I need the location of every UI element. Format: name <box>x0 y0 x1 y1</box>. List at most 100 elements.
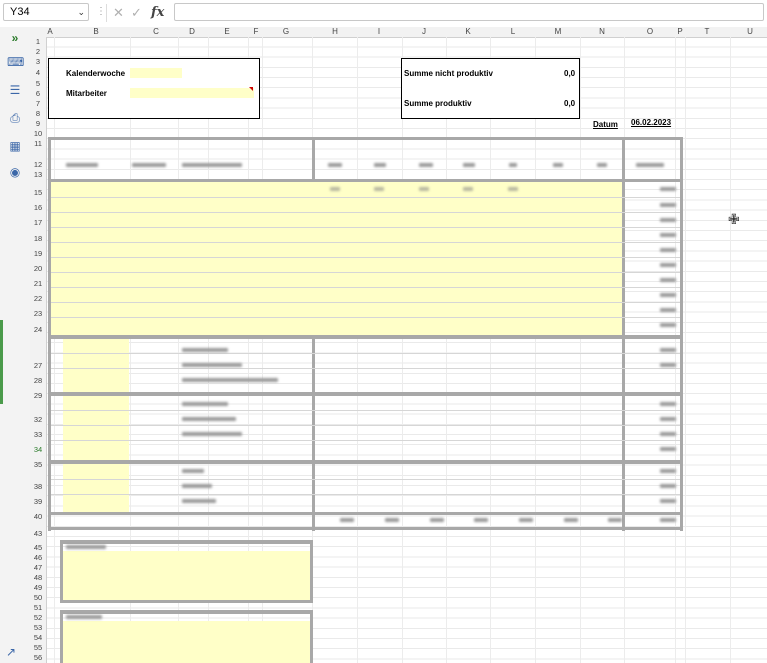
row-header[interactable]: 35 <box>30 460 46 469</box>
row-header[interactable]: 1 <box>30 37 46 46</box>
col-header[interactable]: K <box>465 27 470 36</box>
datum-value[interactable]: 06.02.2023 <box>631 118 671 127</box>
function-icon[interactable]: fx <box>151 5 164 20</box>
left-rail: » ⌨ ☰ ⎙ ▦ ◉ <box>0 27 31 663</box>
section3-input[interactable] <box>63 396 129 460</box>
row-header[interactable]: 49 <box>30 583 46 592</box>
col-header[interactable]: M <box>555 27 562 36</box>
col-header[interactable]: N <box>599 27 605 36</box>
row-header[interactable]: 3 <box>30 57 46 66</box>
col-header[interactable]: H <box>332 27 338 36</box>
row-header[interactable]: 39 <box>30 497 46 506</box>
row-header[interactable]: 18 <box>30 234 46 243</box>
row-header[interactable]: 6 <box>30 89 46 98</box>
summe-produktiv-value: 0,0 <box>564 99 576 108</box>
summe-nicht-produktiv-label: Summe nicht produktiv <box>404 69 493 78</box>
cancel-icon[interactable]: ✕ <box>113 5 124 21</box>
more-icon[interactable]: ⋮ <box>96 6 106 17</box>
kalenderwoche-input[interactable] <box>130 68 182 78</box>
formula-bar: Y34 ⌄ ⋮ ✕ ✓ fx <box>0 0 767 28</box>
row-header[interactable]: 24 <box>30 325 46 334</box>
row-header[interactable]: 27 <box>30 361 46 370</box>
header-label <box>374 163 386 167</box>
row-header[interactable]: 22 <box>30 294 46 303</box>
row-header[interactable]: 46 <box>30 553 46 562</box>
print-icon[interactable]: ⎙ <box>7 111 23 126</box>
col-header[interactable]: U <box>747 27 753 36</box>
row-header[interactable]: 29 <box>30 391 46 400</box>
row-header[interactable]: 21 <box>30 279 46 288</box>
formula-icons: ✕ ✓ fx <box>106 4 171 22</box>
name-box[interactable]: Y34 ⌄ <box>3 3 89 21</box>
row-header[interactable]: 47 <box>30 563 46 572</box>
mitarbeiter-input[interactable] <box>130 88 254 98</box>
confirm-icon[interactable]: ✓ <box>131 5 142 21</box>
row-header[interactable]: 33 <box>30 430 46 439</box>
row-header[interactable]: 16 <box>30 203 46 212</box>
row-header[interactable]: 45 <box>30 543 46 552</box>
row-header[interactable]: 15 <box>30 188 46 197</box>
row-header[interactable]: 51 <box>30 603 46 612</box>
row-header[interactable]: 5 <box>30 79 46 88</box>
row-header[interactable]: 55 <box>30 643 46 652</box>
row-header[interactable]: 50 <box>30 593 46 602</box>
col-header[interactable]: C <box>153 27 159 36</box>
kalenderwoche-label: Kalenderwoche <box>66 69 126 78</box>
header-label <box>553 163 563 167</box>
expand-icon[interactable]: » <box>7 31 23 45</box>
col-header[interactable]: J <box>422 27 426 36</box>
row-header[interactable]: 7 <box>30 99 46 108</box>
row-header[interactable]: 52 <box>30 613 46 622</box>
notes-box-2[interactable] <box>63 621 310 663</box>
binoculars-icon[interactable]: ◉ <box>7 165 23 179</box>
spreadsheet-grid[interactable]: A B C D E F G H I J K L M N O P T U 1 2 … <box>30 27 767 663</box>
header-label <box>463 163 475 167</box>
header-label <box>328 163 342 167</box>
row-header[interactable]: 54 <box>30 633 46 642</box>
row-header[interactable]: 23 <box>30 309 46 318</box>
notes-box-1[interactable] <box>63 551 310 600</box>
row-header[interactable]: 20 <box>30 264 46 273</box>
row-header[interactable]: 43 <box>30 529 46 538</box>
col-header[interactable]: T <box>705 27 710 36</box>
row-header[interactable]: 11 <box>30 139 46 148</box>
row-header[interactable]: 32 <box>30 415 46 424</box>
keyboard-icon[interactable]: ⌨ <box>7 55 24 69</box>
hours-input-area[interactable] <box>51 182 622 335</box>
col-header[interactable]: F <box>254 27 259 36</box>
row-header[interactable]: 53 <box>30 623 46 632</box>
chevron-down-icon[interactable]: ⌄ <box>77 4 85 20</box>
row-header[interactable]: 17 <box>30 218 46 227</box>
row-header[interactable]: 12 <box>30 160 46 169</box>
formula-input[interactable] <box>174 3 764 21</box>
row-header[interactable]: 8 <box>30 109 46 118</box>
table-icon[interactable]: ▦ <box>7 139 23 153</box>
col-header[interactable]: E <box>224 27 229 36</box>
row-header[interactable]: 38 <box>30 482 46 491</box>
list-icon[interactable]: ☰ <box>7 83 23 97</box>
col-header[interactable]: I <box>378 27 380 36</box>
row-header[interactable]: 2 <box>30 47 46 56</box>
row-header[interactable]: 10 <box>30 129 46 138</box>
col-header[interactable]: P <box>677 27 682 36</box>
row-header[interactable]: 40 <box>30 512 46 521</box>
row-header[interactable]: 28 <box>30 376 46 385</box>
row-header[interactable]: 19 <box>30 249 46 258</box>
row-header-selected[interactable]: 34 <box>30 445 46 454</box>
row-header[interactable]: 13 <box>30 170 46 179</box>
row-header[interactable]: 48 <box>30 573 46 582</box>
row-header[interactable]: 4 <box>30 68 46 77</box>
col-header[interactable]: O <box>647 27 653 36</box>
header-label <box>182 163 242 167</box>
col-header[interactable]: D <box>189 27 195 36</box>
col-header[interactable]: L <box>511 27 515 36</box>
cursor-icon: ✙ <box>728 211 740 227</box>
col-header[interactable]: A <box>47 27 52 36</box>
row-header[interactable]: 9 <box>30 119 46 128</box>
col-header[interactable]: G <box>283 27 289 36</box>
col-header[interactable]: B <box>93 27 98 36</box>
section2-input[interactable] <box>63 339 129 392</box>
external-link-icon[interactable]: ↗ <box>6 645 16 659</box>
row-header[interactable]: 56 <box>30 653 46 662</box>
section4-input[interactable] <box>63 464 129 512</box>
